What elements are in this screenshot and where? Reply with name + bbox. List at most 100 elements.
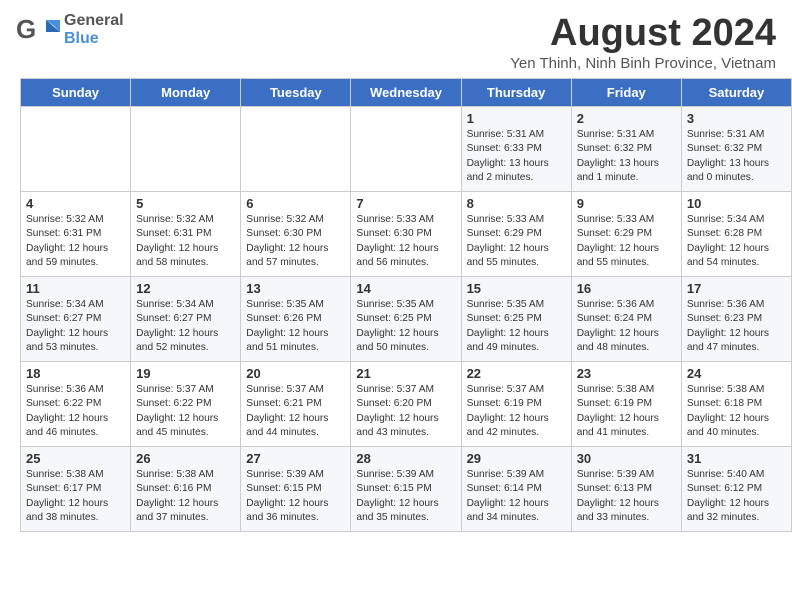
calendar-cell: 31Sunrise: 5:40 AM Sunset: 6:12 PM Dayli…: [681, 447, 791, 532]
day-info: Sunrise: 5:36 AM Sunset: 6:23 PM Dayligh…: [687, 298, 786, 355]
day-number: 20: [246, 366, 345, 381]
day-info: Sunrise: 5:33 AM Sunset: 6:30 PM Dayligh…: [356, 213, 455, 270]
day-info: Sunrise: 5:35 AM Sunset: 6:25 PM Dayligh…: [467, 298, 566, 355]
day-info: Sunrise: 5:31 AM Sunset: 6:33 PM Dayligh…: [467, 128, 566, 185]
day-info: Sunrise: 5:38 AM Sunset: 6:19 PM Dayligh…: [577, 383, 676, 440]
calendar-cell: [131, 107, 241, 192]
day-number: 23: [577, 366, 676, 381]
day-info: Sunrise: 5:38 AM Sunset: 6:17 PM Dayligh…: [26, 468, 125, 525]
logo-icon: G: [16, 12, 60, 48]
day-info: Sunrise: 5:32 AM Sunset: 6:31 PM Dayligh…: [26, 213, 125, 270]
day-number: 5: [136, 196, 235, 211]
calendar-week-row: 1Sunrise: 5:31 AM Sunset: 6:33 PM Daylig…: [21, 107, 792, 192]
calendar-cell: 24Sunrise: 5:38 AM Sunset: 6:18 PM Dayli…: [681, 362, 791, 447]
day-number: 14: [356, 281, 455, 296]
day-number: 31: [687, 451, 786, 466]
day-info: Sunrise: 5:37 AM Sunset: 6:20 PM Dayligh…: [356, 383, 455, 440]
calendar-cell: 8Sunrise: 5:33 AM Sunset: 6:29 PM Daylig…: [461, 192, 571, 277]
calendar-cell: 5 Sunrise: 5:32 AM Sunset: 6:31 PM Daylig…: [131, 192, 241, 277]
calendar-day-header: Wednesday: [351, 79, 461, 107]
calendar-cell: 6Sunrise: 5:32 AM Sunset: 6:30 PM Daylig…: [241, 192, 351, 277]
logo-svg: G: [16, 12, 60, 48]
calendar-cell: 4Sunrise: 5:32 AM Sunset: 6:31 PM Daylig…: [21, 192, 131, 277]
day-number: 27: [246, 451, 345, 466]
calendar-cell: [21, 107, 131, 192]
day-info: Sunrise: 5:36 AM Sunset: 6:22 PM Dayligh…: [26, 383, 125, 440]
day-number: 25: [26, 451, 125, 466]
header: G General Blue August 2024 Yen Thinh, Ni…: [0, 0, 792, 78]
day-info: Sunrise: 5:31 AM Sunset: 6:32 PM Dayligh…: [687, 128, 786, 185]
day-number: 28: [356, 451, 455, 466]
calendar-week-row: 11 Sunrise: 5:34 AM Sunset: 6:27 PM Dayli…: [21, 277, 792, 362]
calendar-table: SundayMondayTuesdayWednesdayThursdayFrid…: [20, 78, 792, 532]
calendar-cell: 9Sunrise: 5:33 AM Sunset: 6:29 PM Daylig…: [571, 192, 681, 277]
month-title: August 2024: [510, 12, 776, 55]
calendar-wrapper: SundayMondayTuesdayWednesdayThursdayFrid…: [0, 78, 792, 542]
calendar-cell: 11Sunrise: 5:34 AM Sunset: 6:27 PM Dayli…: [21, 277, 131, 362]
calendar-day-header: Saturday: [681, 79, 791, 107]
title-block: August 2024 Yen Thinh, Ninh Binh Provinc…: [510, 12, 776, 72]
calendar-cell: 27 Sunrise: 5:39 AM Sunset: 6:15 PM Dayli…: [241, 447, 351, 532]
calendar-cell: 18 Sunrise: 5:36 AM Sunset: 6:22 PM Dayli…: [21, 362, 131, 447]
location: Yen Thinh, Ninh Binh Province, Vietnam: [510, 55, 776, 72]
day-info: Sunrise: 5:39 AM Sunset: 6:13 PM Dayligh…: [577, 468, 676, 525]
calendar-cell: 26 Sunrise: 5:38 AM Sunset: 6:16 PM Dayli…: [131, 447, 241, 532]
calendar-day-header: Friday: [571, 79, 681, 107]
day-number: 9: [577, 196, 676, 211]
day-number: 13: [246, 281, 345, 296]
logo-blue: Blue: [64, 30, 124, 48]
day-info: Sunrise: 5:38 AM Sunset: 6:16 PM Dayligh…: [136, 468, 235, 525]
calendar-cell: 21 Sunrise: 5:37 AM Sunset: 6:20 PM Dayli…: [351, 362, 461, 447]
day-info: Sunrise: 5:32 AM Sunset: 6:31 PM Dayligh…: [136, 213, 235, 270]
calendar-cell: 7 Sunrise: 5:33 AM Sunset: 6:30 PM Daylig…: [351, 192, 461, 277]
day-number: 17: [687, 281, 786, 296]
calendar-cell: 12 Sunrise: 5:34 AM Sunset: 6:27 PM Dayli…: [131, 277, 241, 362]
day-number: 19: [136, 366, 235, 381]
calendar-day-header: Tuesday: [241, 79, 351, 107]
day-number: 7: [356, 196, 455, 211]
day-info: Sunrise: 5:37 AM Sunset: 6:19 PM Dayligh…: [467, 383, 566, 440]
logo-general: General: [64, 12, 124, 30]
calendar-day-header: Thursday: [461, 79, 571, 107]
calendar-cell: 17 Sunrise: 5:36 AM Sunset: 6:23 PM Dayli…: [681, 277, 791, 362]
calendar-cell: 25 Sunrise: 5:38 AM Sunset: 6:17 PM Dayli…: [21, 447, 131, 532]
calendar-cell: 30 Sunrise: 5:39 AM Sunset: 6:13 PM Dayli…: [571, 447, 681, 532]
calendar-cell: 19 Sunrise: 5:37 AM Sunset: 6:22 PM Dayli…: [131, 362, 241, 447]
calendar-day-header: Monday: [131, 79, 241, 107]
day-number: 12: [136, 281, 235, 296]
day-number: 18: [26, 366, 125, 381]
day-number: 11: [26, 281, 125, 296]
day-number: 16: [577, 281, 676, 296]
day-info: Sunrise: 5:36 AM Sunset: 6:24 PM Dayligh…: [577, 298, 676, 355]
day-number: 24: [687, 366, 786, 381]
calendar-cell: [241, 107, 351, 192]
day-number: 21: [356, 366, 455, 381]
calendar-cell: 20 Sunrise: 5:37 AM Sunset: 6:21 PM Dayli…: [241, 362, 351, 447]
day-info: Sunrise: 5:39 AM Sunset: 6:15 PM Dayligh…: [246, 468, 345, 525]
calendar-cell: 28 Sunrise: 5:39 AM Sunset: 6:15 PM Dayli…: [351, 447, 461, 532]
calendar-cell: 2Sunrise: 5:31 AM Sunset: 6:32 PM Daylig…: [571, 107, 681, 192]
calendar-week-row: 18 Sunrise: 5:36 AM Sunset: 6:22 PM Dayli…: [21, 362, 792, 447]
day-number: 22: [467, 366, 566, 381]
day-info: Sunrise: 5:39 AM Sunset: 6:15 PM Dayligh…: [356, 468, 455, 525]
day-info: Sunrise: 5:39 AM Sunset: 6:14 PM Dayligh…: [467, 468, 566, 525]
day-info: Sunrise: 5:34 AM Sunset: 6:27 PM Dayligh…: [136, 298, 235, 355]
calendar-day-header: Sunday: [21, 79, 131, 107]
calendar-cell: 15Sunrise: 5:35 AM Sunset: 6:25 PM Dayli…: [461, 277, 571, 362]
day-info: Sunrise: 5:37 AM Sunset: 6:22 PM Dayligh…: [136, 383, 235, 440]
calendar-week-row: 25 Sunrise: 5:38 AM Sunset: 6:17 PM Dayli…: [21, 447, 792, 532]
page-container: G General Blue August 2024 Yen Thinh, Ni…: [0, 0, 792, 612]
calendar-cell: 10Sunrise: 5:34 AM Sunset: 6:28 PM Dayli…: [681, 192, 791, 277]
day-number: 26: [136, 451, 235, 466]
calendar-cell: 1Sunrise: 5:31 AM Sunset: 6:33 PM Daylig…: [461, 107, 571, 192]
day-number: 10: [687, 196, 786, 211]
day-number: 3: [687, 111, 786, 126]
day-info: Sunrise: 5:35 AM Sunset: 6:25 PM Dayligh…: [356, 298, 455, 355]
calendar-cell: 22 Sunrise: 5:37 AM Sunset: 6:19 PM Dayli…: [461, 362, 571, 447]
calendar-cell: 23 Sunrise: 5:38 AM Sunset: 6:19 PM Dayli…: [571, 362, 681, 447]
day-info: Sunrise: 5:31 AM Sunset: 6:32 PM Dayligh…: [577, 128, 676, 185]
logo-text-block: General Blue: [64, 12, 124, 47]
day-info: Sunrise: 5:37 AM Sunset: 6:21 PM Dayligh…: [246, 383, 345, 440]
day-number: 30: [577, 451, 676, 466]
calendar-week-row: 4Sunrise: 5:32 AM Sunset: 6:31 PM Daylig…: [21, 192, 792, 277]
